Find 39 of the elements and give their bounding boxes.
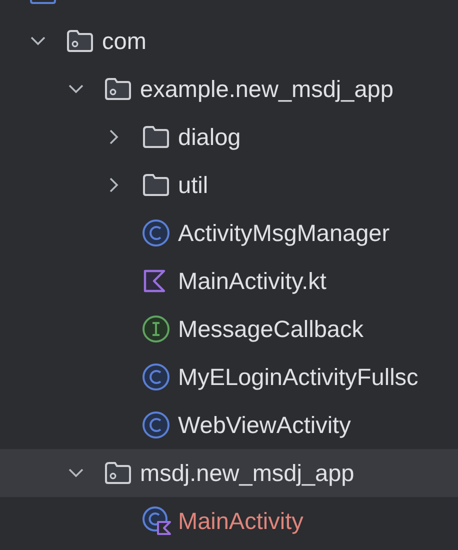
class-icon bbox=[142, 411, 170, 439]
chevron-down-icon[interactable] bbox=[68, 468, 84, 478]
tree-item[interactable]: util bbox=[0, 161, 458, 209]
package-folder-icon bbox=[66, 29, 94, 53]
tree-item-label: util bbox=[178, 172, 208, 198]
tree-item-label: example.new_msdj_app bbox=[140, 76, 394, 102]
tree-item-label: MyELoginActivityFullsc bbox=[178, 364, 418, 390]
tree-item-label: MainActivity.kt bbox=[178, 268, 326, 294]
folder-icon bbox=[142, 125, 170, 149]
tree-item[interactable]: msdj.new_msdj_app bbox=[0, 449, 458, 497]
tree-item-label: MessageCallback bbox=[178, 316, 364, 342]
tree-item-label: WebViewActivity bbox=[178, 412, 351, 438]
interface-icon bbox=[142, 315, 170, 343]
tree-item[interactable]: MyELoginActivityFullsc bbox=[0, 353, 458, 401]
tree-item[interactable]: dialog bbox=[0, 113, 458, 161]
tree-item[interactable]: example.new_msdj_app bbox=[0, 65, 458, 113]
chevron-down-icon[interactable] bbox=[30, 36, 46, 46]
tree-item-label: msdj.new_msdj_app bbox=[140, 460, 354, 486]
folder-icon bbox=[142, 173, 170, 197]
class-icon bbox=[142, 363, 170, 391]
kotlin-file-icon bbox=[142, 268, 168, 294]
tree-item[interactable]: ActivityMsgManager bbox=[0, 209, 458, 257]
tree-item[interactable]: MessageCallback bbox=[0, 305, 458, 353]
package-folder-icon bbox=[104, 461, 132, 485]
class-icon bbox=[142, 219, 170, 247]
chevron-right-icon[interactable] bbox=[109, 129, 119, 145]
tree-item-label: MainActivity bbox=[178, 508, 304, 534]
tree-item[interactable]: WebViewActivity bbox=[0, 401, 458, 449]
tree-item-label: dialog bbox=[178, 124, 241, 150]
kotlin-class-icon bbox=[142, 506, 172, 536]
package-folder-icon bbox=[104, 77, 132, 101]
chevron-right-icon[interactable] bbox=[109, 177, 119, 193]
chevron-down-icon[interactable] bbox=[68, 84, 84, 94]
tree-item[interactable]: com bbox=[0, 17, 458, 65]
source-folder-icon bbox=[30, 0, 56, 4]
tree-item[interactable]: MainActivity.kt bbox=[0, 257, 458, 305]
tree-item-label: ActivityMsgManager bbox=[178, 220, 390, 246]
tree-item-label: com bbox=[102, 28, 146, 54]
tree-item[interactable]: MainActivity bbox=[0, 497, 458, 545]
